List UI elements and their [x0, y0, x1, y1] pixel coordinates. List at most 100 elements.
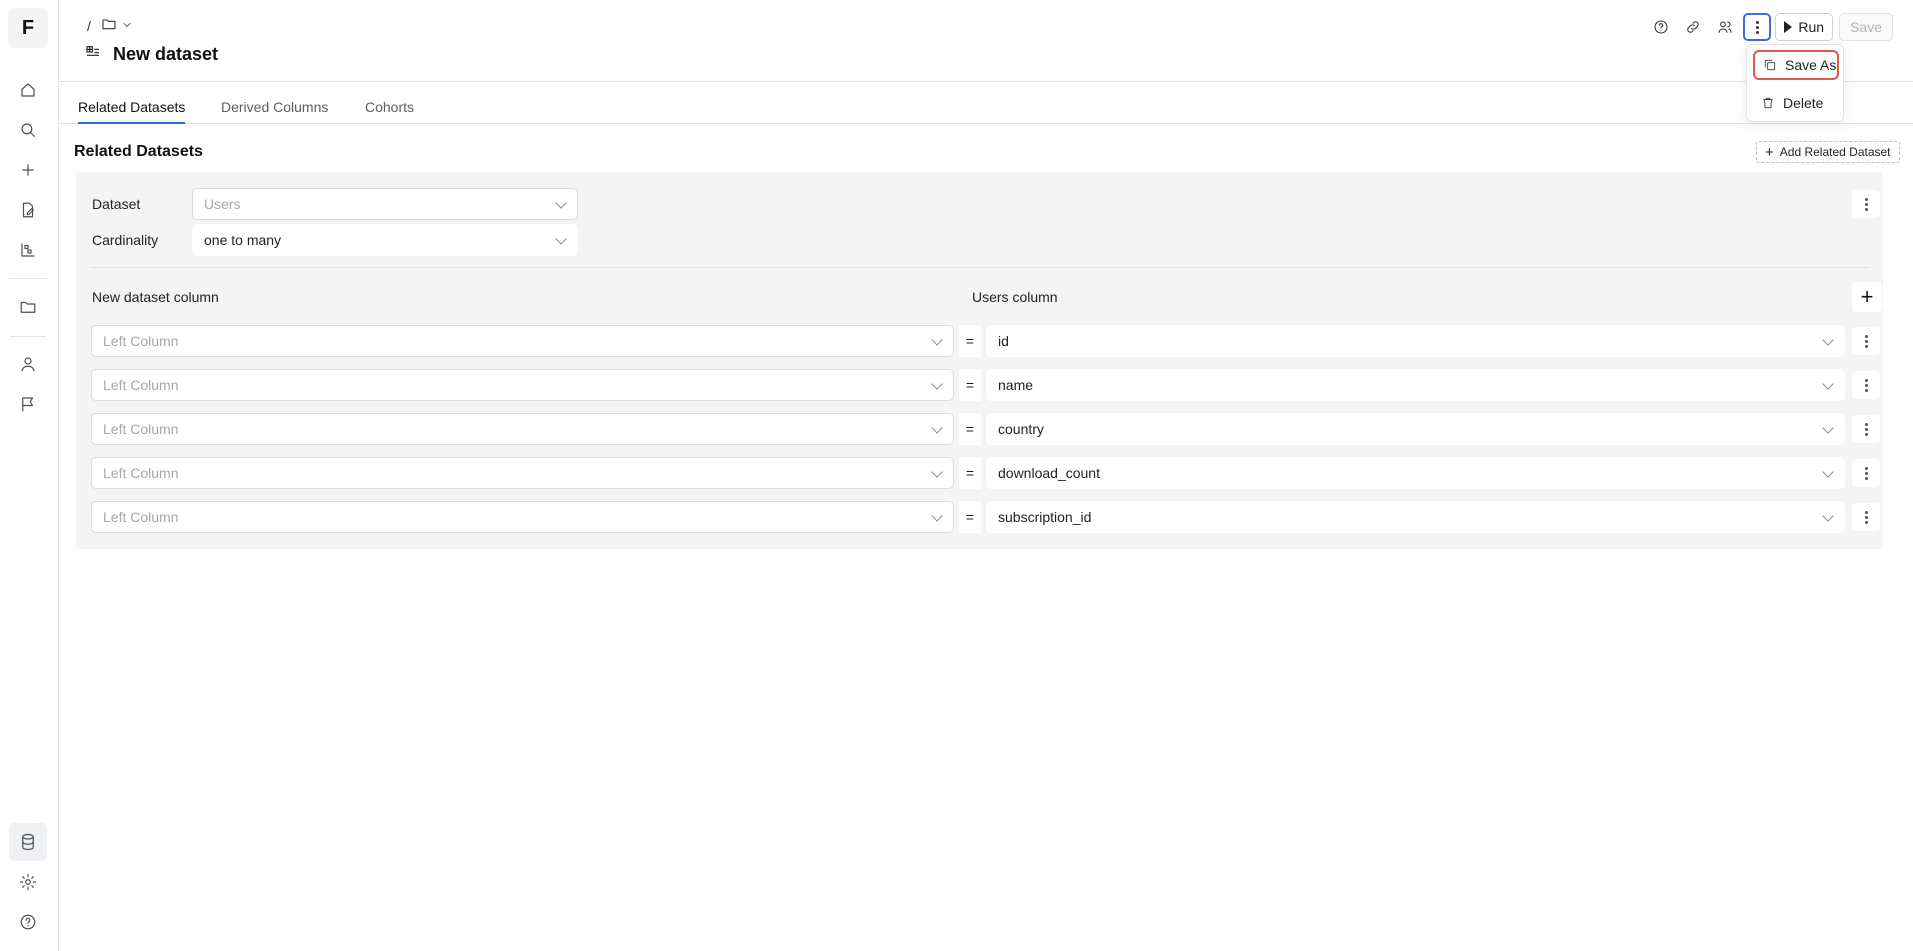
- database-icon[interactable]: [9, 823, 47, 861]
- folder-icon[interactable]: [101, 16, 117, 35]
- gear-icon[interactable]: [14, 868, 42, 896]
- right-column-value: subscription_id: [998, 509, 1092, 525]
- right-column-value: name: [998, 377, 1034, 393]
- add-column-pair-button[interactable]: +: [1852, 282, 1882, 312]
- left-column-header: New dataset column: [92, 289, 219, 305]
- cardinality-select[interactable]: one to many: [192, 224, 578, 256]
- toolbar: Run Save: [1645, 13, 1893, 41]
- left-column-select[interactable]: Left Column: [91, 501, 954, 533]
- right-column-value: country: [998, 421, 1044, 437]
- left-column-placeholder: Left Column: [103, 465, 179, 481]
- tab-bar: Related Datasets Derived Columns Cohorts: [59, 82, 1913, 124]
- breadcrumb-separator: /: [87, 17, 91, 34]
- kebab-icon: [1864, 197, 1868, 212]
- menu-item-delete[interactable]: Delete: [1753, 88, 1839, 118]
- kebab-icon: [1864, 510, 1868, 525]
- link-icon[interactable]: [1677, 13, 1709, 41]
- chart-icon[interactable]: [14, 236, 42, 264]
- panel-divider: [91, 267, 1870, 268]
- left-column-select[interactable]: Left Column: [91, 413, 954, 445]
- kebab-icon: [1755, 20, 1759, 35]
- chevron-down-icon: [931, 378, 943, 390]
- tab-cohorts[interactable]: Cohorts: [365, 99, 414, 124]
- chevron-down-icon: [931, 422, 943, 434]
- trash-icon: [1763, 97, 1773, 109]
- help-icon[interactable]: [1645, 13, 1677, 41]
- right-column-value: download_count: [998, 465, 1100, 481]
- chevron-down-icon: [931, 466, 943, 478]
- sidebar-divider: [10, 278, 46, 279]
- header: / New dataset Run Save: [59, 0, 1913, 82]
- add-label: Add Related Dataset: [1779, 145, 1891, 159]
- users-icon[interactable]: [1709, 13, 1741, 41]
- chevron-down-icon: [931, 334, 943, 346]
- cardinality-value: one to many: [204, 232, 282, 248]
- left-column-select[interactable]: Left Column: [91, 369, 954, 401]
- more-options-menu: Save As Delete: [1746, 44, 1844, 122]
- kebab-icon: [1864, 334, 1868, 349]
- tab-related-datasets[interactable]: Related Datasets: [78, 99, 186, 124]
- equals-sign: =: [959, 413, 981, 445]
- left-column-placeholder: Left Column: [103, 333, 179, 349]
- right-column-select[interactable]: download_count: [986, 457, 1845, 489]
- row-options-button[interactable]: [1852, 459, 1880, 487]
- add-related-dataset-button[interactable]: + Add Related Dataset: [1756, 141, 1900, 163]
- dataset-placeholder: Users: [204, 196, 241, 212]
- panel-options-button[interactable]: [1852, 190, 1880, 218]
- menu-item-label: Delete: [1783, 95, 1824, 111]
- copy-icon: [1764, 59, 1776, 71]
- user-icon[interactable]: [14, 350, 42, 378]
- left-column-select[interactable]: Left Column: [91, 325, 954, 357]
- equals-sign: =: [959, 325, 981, 357]
- home-icon[interactable]: [14, 76, 42, 104]
- right-column-select[interactable]: subscription_id: [986, 501, 1845, 533]
- menu-item-save-as[interactable]: Save As: [1753, 50, 1839, 80]
- row-options-button[interactable]: [1852, 371, 1880, 399]
- chevron-down-icon[interactable]: [121, 18, 133, 34]
- row-options-button[interactable]: [1852, 415, 1880, 443]
- left-column-select[interactable]: Left Column: [91, 457, 954, 489]
- left-column-placeholder: Left Column: [103, 509, 179, 525]
- app-root: F / New dataset Run Save Save As Delete …: [0, 0, 1913, 951]
- title-row: New dataset: [85, 44, 218, 65]
- right-column-select[interactable]: id: [986, 325, 1845, 357]
- chevron-down-icon: [931, 510, 943, 522]
- equals-sign: =: [959, 369, 981, 401]
- kebab-icon: [1864, 466, 1868, 481]
- chevron-down-icon: [1822, 510, 1834, 522]
- equals-sign: =: [959, 501, 981, 533]
- row-options-button[interactable]: [1852, 327, 1880, 355]
- right-column-select[interactable]: country: [986, 413, 1845, 445]
- save-button[interactable]: Save: [1839, 13, 1893, 41]
- dataset-select[interactable]: Users: [192, 188, 578, 220]
- related-dataset-panel: Dataset Users Cardinality one to many Ne…: [76, 172, 1883, 549]
- plus-icon[interactable]: [14, 156, 42, 184]
- row-options-button[interactable]: [1852, 503, 1880, 531]
- dataset-icon: [85, 44, 101, 65]
- cardinality-label: Cardinality: [92, 232, 159, 248]
- play-icon: [1784, 21, 1793, 33]
- plus-icon: +: [1765, 143, 1774, 161]
- chevron-down-icon: [555, 233, 567, 245]
- sidebar: F: [0, 0, 59, 951]
- flag-icon[interactable]: [14, 390, 42, 418]
- sidebar-divider: [10, 336, 46, 337]
- chevron-down-icon: [1822, 334, 1834, 346]
- run-button[interactable]: Run: [1775, 13, 1834, 41]
- left-column-placeholder: Left Column: [103, 421, 179, 437]
- logo[interactable]: F: [8, 8, 48, 48]
- right-column-select[interactable]: name: [986, 369, 1845, 401]
- run-label: Run: [1798, 19, 1825, 35]
- kebab-icon: [1864, 378, 1868, 393]
- edit-file-icon[interactable]: [14, 196, 42, 224]
- equals-sign: =: [959, 457, 981, 489]
- chevron-down-icon: [1822, 466, 1834, 478]
- section-title: Related Datasets: [74, 143, 203, 160]
- breadcrumb: /: [87, 16, 133, 35]
- folder-icon[interactable]: [14, 293, 42, 321]
- tab-derived-columns[interactable]: Derived Columns: [221, 99, 328, 124]
- search-icon[interactable]: [14, 116, 42, 144]
- more-options-button[interactable]: [1743, 13, 1772, 41]
- right-column-header: Users column: [972, 289, 1058, 305]
- help-icon[interactable]: [14, 908, 42, 936]
